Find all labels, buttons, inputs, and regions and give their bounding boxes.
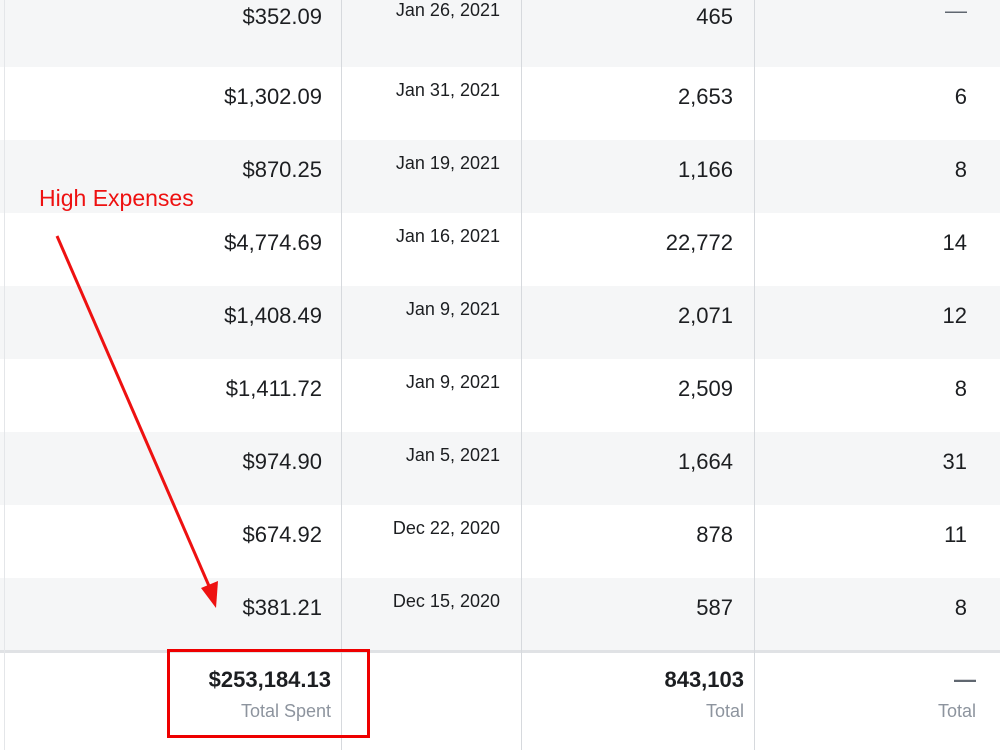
column-divider <box>4 0 5 750</box>
ads-results-table: $352.09 Jan 26, 2021 465 — $1,302.09 Jan… <box>0 0 1000 750</box>
reach-cell: 2,653 <box>677 84 733 109</box>
amount-spent-cell: $1,408.49 <box>224 303 322 328</box>
amount-spent-cell: $1,411.72 <box>225 376 322 401</box>
date-cell: Jan 16, 2021 <box>395 226 500 246</box>
date-cell: Dec 22, 2020 <box>392 518 500 538</box>
results-cell: 14 <box>942 230 967 255</box>
table-row[interactable]: $1,408.49 Jan 9, 2021 2,071 12 <box>0 286 1000 359</box>
table-row[interactable]: $674.92 Dec 22, 2020 878 11 <box>0 505 1000 578</box>
amount-spent-cell: $4,774.69 <box>224 230 322 255</box>
reach-cell: 1,166 <box>677 157 733 182</box>
table-row[interactable]: $1,411.72 Jan 9, 2021 2,509 8 <box>0 359 1000 432</box>
date-cell: Jan 26, 2021 <box>395 0 500 20</box>
amount-spent-cell: $870.25 <box>242 157 322 182</box>
table-row[interactable]: $381.21 Dec 15, 2020 587 8 <box>0 578 1000 651</box>
results-cell: 8 <box>954 595 967 620</box>
date-cell: Jan 5, 2021 <box>405 445 500 465</box>
column-divider <box>754 0 755 750</box>
results-cell: 6 <box>954 84 967 109</box>
total-spent-highlight-box <box>167 649 370 738</box>
table-row[interactable]: $4,774.69 Jan 16, 2021 22,772 14 <box>0 213 1000 286</box>
total-reach-value: 843,103 <box>664 667 744 692</box>
results-cell: 31 <box>942 449 967 474</box>
amount-spent-cell: $974.90 <box>242 449 322 474</box>
high-expenses-annotation: High Expenses <box>39 185 194 211</box>
amount-spent-cell: $381.21 <box>242 595 322 620</box>
date-cell: Jan 9, 2021 <box>405 299 500 319</box>
date-cell: Jan 19, 2021 <box>395 153 500 173</box>
column-divider <box>521 0 522 750</box>
totals-row: $253,184.13 Total Spent 843,103 Total — … <box>0 650 1000 750</box>
reach-cell: 22,772 <box>665 230 733 255</box>
total-reach-label: Total <box>705 701 744 721</box>
date-cell: Dec 15, 2020 <box>392 591 500 611</box>
table-row[interactable]: $352.09 Jan 26, 2021 465 — <box>0 0 1000 67</box>
results-cell: — <box>945 0 967 23</box>
reach-cell: 465 <box>696 4 733 29</box>
results-cell: 8 <box>954 157 967 182</box>
table-row[interactable]: $1,302.09 Jan 31, 2021 2,653 6 <box>0 67 1000 140</box>
total-results-value: — <box>954 667 976 692</box>
results-cell: 8 <box>954 376 967 401</box>
table-row[interactable]: $974.90 Jan 5, 2021 1,664 31 <box>0 432 1000 505</box>
reach-cell: 2,509 <box>677 376 733 401</box>
amount-spent-cell: $674.92 <box>242 522 322 547</box>
reach-cell: 2,071 <box>677 303 733 328</box>
results-cell: 11 <box>944 522 967 547</box>
reach-cell: 1,664 <box>677 449 733 474</box>
amount-spent-cell: $1,302.09 <box>224 84 322 109</box>
reach-cell: 878 <box>696 522 733 547</box>
date-cell: Jan 9, 2021 <box>405 372 500 392</box>
reach-cell: 587 <box>696 595 733 620</box>
column-divider <box>341 0 342 750</box>
total-results-label: Total <box>937 701 976 721</box>
amount-spent-cell: $352.09 <box>242 4 322 29</box>
date-cell: Jan 31, 2021 <box>395 80 500 100</box>
results-cell: 12 <box>942 303 967 328</box>
